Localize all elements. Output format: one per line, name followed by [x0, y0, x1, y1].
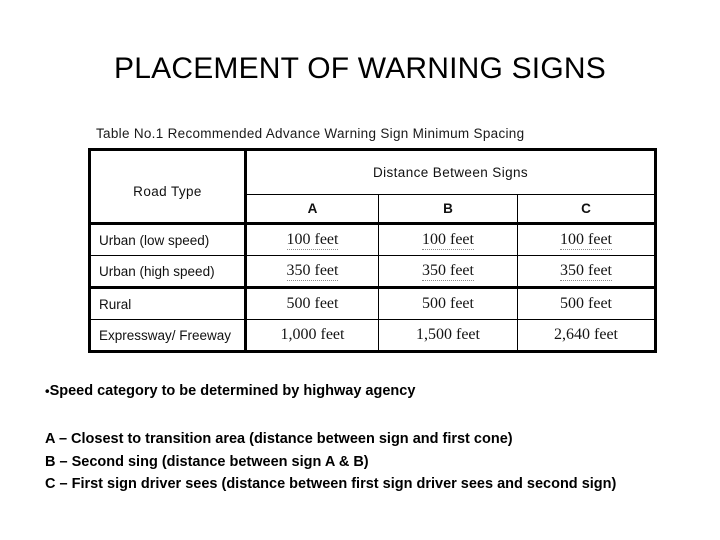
table-header-col-c: C	[516, 193, 657, 226]
cell-distance-a: 350 feet	[245, 255, 379, 289]
cell-value: 1,500 feet	[416, 326, 480, 343]
cell-value: 500 feet	[560, 295, 612, 312]
cell-road-type: Urban (low speed)	[89, 223, 247, 256]
legend-block: A – Closest to transition area (distance…	[45, 428, 685, 496]
cell-distance-c: 2,640 feet	[516, 319, 657, 352]
cell-value: 2,640 feet	[554, 326, 618, 343]
table-header-col-b: B	[378, 193, 518, 226]
table-row: Rural 500 feet 500 feet 500 feet	[89, 287, 657, 320]
table-header-road-type: Road Type	[89, 149, 247, 225]
speed-category-note: •Speed category to be determined by high…	[45, 383, 415, 399]
cell-value: 500 feet	[422, 295, 474, 312]
cell-value: 1,000 feet	[280, 326, 345, 343]
cell-distance-a: 100 feet	[245, 223, 379, 256]
legend-item-c: C – First sign driver sees (distance bet…	[45, 476, 617, 492]
legend-item-b: B – Second sing (distance between sign A…	[45, 453, 369, 470]
table-header-row-group: Road Type Distance Between Signs	[89, 149, 657, 225]
cell-distance-c: 100 feet	[516, 223, 657, 256]
cell-road-type: Expressway/ Freeway	[89, 319, 247, 352]
cell-value: 500 feet	[286, 295, 339, 312]
cell-distance-b: 350 feet	[378, 255, 518, 289]
cell-value: 100 feet	[560, 231, 612, 250]
speed-category-note-text: Speed category to be determined by highw…	[49, 383, 416, 399]
cell-distance-b: 1,500 feet	[378, 319, 518, 352]
advance-warning-spacing-table: Road Type Distance Between Signs A B C U…	[88, 148, 658, 353]
table-block: Table No.1 Recommended Advance Warning S…	[88, 126, 658, 353]
cell-road-type: Urban (high speed)	[89, 255, 247, 289]
table-caption: Table No.1 Recommended Advance Warning S…	[96, 126, 525, 141]
cell-value: 100 feet	[422, 231, 474, 250]
legend-item-a: A – Closest to transition area (distance…	[45, 431, 513, 447]
cell-distance-a: 500 feet	[245, 287, 379, 320]
cell-value: 350 feet	[286, 262, 339, 281]
cell-distance-c: 500 feet	[516, 287, 657, 320]
cell-distance-c: 350 feet	[516, 255, 657, 289]
table-row: Urban (low speed) 100 feet 100 feet 100 …	[89, 223, 657, 256]
cell-value: 350 feet	[560, 262, 612, 281]
cell-value: 350 feet	[422, 262, 474, 281]
table-header-col-a: A	[245, 193, 379, 226]
cell-road-type: Rural	[89, 287, 247, 320]
table-row: Urban (high speed) 350 feet 350 feet 350…	[89, 255, 657, 289]
cell-distance-b: 100 feet	[378, 223, 518, 256]
table-row: Expressway/ Freeway 1,000 feet 1,500 fee…	[89, 319, 657, 352]
cell-value: 100 feet	[286, 231, 339, 250]
table-header-distance-between-signs: Distance Between Signs	[244, 149, 657, 195]
page-title: PLACEMENT OF WARNING SIGNS	[114, 52, 606, 85]
cell-distance-b: 500 feet	[378, 287, 518, 320]
cell-distance-a: 1,000 feet	[245, 319, 379, 352]
